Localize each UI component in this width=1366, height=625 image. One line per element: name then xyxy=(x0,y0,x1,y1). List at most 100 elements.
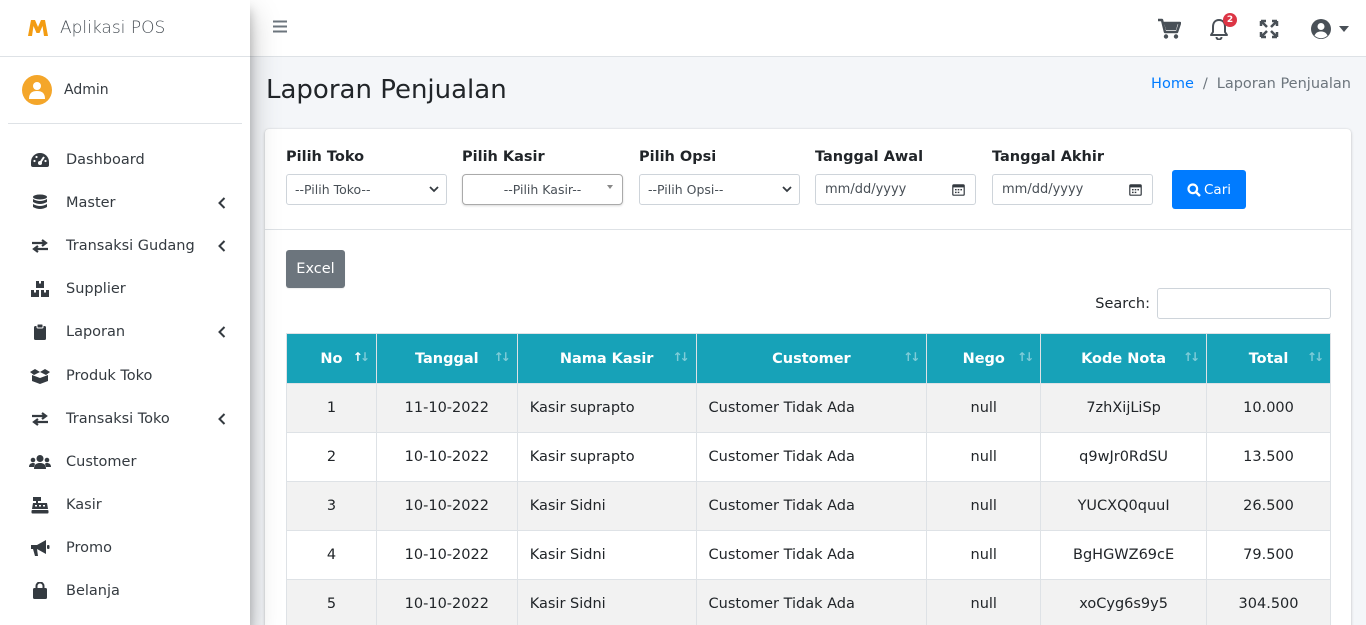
breadcrumb-current: Laporan Penjualan xyxy=(1216,76,1351,92)
column-header-customer[interactable]: Customer ↑↓ xyxy=(695,333,928,384)
user-menu-button[interactable] xyxy=(1294,0,1366,57)
table-row: 3 10-10-2022 Kasir Sidni Customer Tidak … xyxy=(286,481,1331,531)
chevron-down-icon xyxy=(782,186,792,193)
kasir-select[interactable]: --Pilih Kasir-- xyxy=(462,174,623,205)
column-header-no[interactable]: No ↑↓ xyxy=(286,333,377,384)
user-icon xyxy=(29,82,45,99)
column-header-kode-nota[interactable]: Kode Nota ↑↓ xyxy=(1040,333,1208,384)
sidebar-item-label: Supplier xyxy=(66,281,126,298)
opsi-select[interactable]: --Pilih Opsi-- xyxy=(639,174,800,205)
sidebar-item-customer[interactable]: Customer xyxy=(0,440,250,483)
cari-button[interactable]: Cari xyxy=(1172,170,1246,209)
cell-total: 79.500 xyxy=(1206,530,1331,580)
cell-customer: Customer Tidak Ada xyxy=(695,383,928,433)
sidebar-item-dashboard[interactable]: Dashboard xyxy=(0,138,250,181)
cell-customer: Customer Tidak Ada xyxy=(695,579,928,625)
cell-nego: null xyxy=(926,481,1042,531)
sales-report-table: No ↑↓ Tanggal ↑↓ Nama Kasir ↑↓ Customer ↑↓ N… xyxy=(286,333,1331,625)
sidebar-item-laporan[interactable]: Laporan xyxy=(0,311,250,354)
brand-link[interactable]: Aplikasi POS xyxy=(0,0,250,57)
cell-kode-nota: 7zhXijLiSp xyxy=(1040,383,1208,433)
sidebar-item-produk-toko[interactable]: Produk Toko xyxy=(0,354,250,397)
cell-no: 1 xyxy=(286,383,377,433)
sidebar-item-label: Transaksi Gudang xyxy=(66,237,195,254)
cell-total: 13.500 xyxy=(1206,432,1331,482)
sidebar-nav: Dashboard Master Transaksi Gudang Suppli… xyxy=(0,124,250,613)
column-header-label: Nego xyxy=(962,350,1005,367)
cell-tanggal: 11-10-2022 xyxy=(375,383,518,433)
filter-kasir-label: Pilih Kasir xyxy=(462,149,545,165)
cell-customer: Customer Tidak Ada xyxy=(695,481,928,531)
cari-button-label: Cari xyxy=(1204,181,1231,198)
calendar-icon[interactable] xyxy=(1129,183,1142,196)
table-row: 5 10-10-2022 Kasir Sidni Customer Tidak … xyxy=(286,579,1331,625)
cell-tanggal: 10-10-2022 xyxy=(375,432,518,482)
sidebar-item-supplier[interactable]: Supplier xyxy=(0,268,250,311)
cell-no: 2 xyxy=(286,432,377,482)
sort-icon: ↑↓ xyxy=(903,350,920,364)
cash-register-icon xyxy=(29,494,51,516)
toko-select[interactable]: --Pilih Toko-- xyxy=(286,174,447,205)
database-icon xyxy=(29,192,51,214)
search-label: Search: xyxy=(1095,295,1150,312)
sidebar-item-label: Customer xyxy=(66,453,137,470)
column-header-tanggal[interactable]: Tanggal ↑↓ xyxy=(375,333,518,384)
excel-button-label: Excel xyxy=(296,261,335,277)
user-panel[interactable]: Admin xyxy=(8,57,242,124)
filter-tanggal-awal-label: Tanggal Awal xyxy=(815,149,924,165)
shopping-bag-icon xyxy=(29,580,51,602)
opsi-select-value: --Pilih Opsi-- xyxy=(648,182,724,197)
filter-kasir-group: Pilih Kasir --Pilih Kasir-- xyxy=(462,149,623,205)
sidebar-item-master[interactable]: Master xyxy=(0,181,250,224)
brand-title: Aplikasi POS xyxy=(60,18,166,38)
cell-nama-kasir: Kasir Sidni xyxy=(516,481,697,531)
column-header-nama-kasir[interactable]: Nama Kasir ↑↓ xyxy=(516,333,697,384)
cell-no: 3 xyxy=(286,481,377,531)
exchange-icon xyxy=(29,408,51,430)
user-circle-icon xyxy=(1311,18,1331,39)
sidebar-item-promo[interactable]: Promo xyxy=(0,527,250,570)
top-navbar: 2 xyxy=(250,0,1366,57)
cell-tanggal: 10-10-2022 xyxy=(375,579,518,625)
calendar-icon[interactable] xyxy=(952,183,965,196)
fullscreen-button[interactable] xyxy=(1244,0,1294,57)
column-header-total[interactable]: Total ↑↓ xyxy=(1206,333,1331,384)
cell-tanggal: 10-10-2022 xyxy=(375,530,518,580)
content-header: Laporan Penjualan Home / Laporan Penjualan xyxy=(266,72,1351,112)
sidebar-item-label: Master xyxy=(66,194,116,211)
sidebar-item-label: Dashboard xyxy=(66,151,145,168)
sidebar-item-label: Produk Toko xyxy=(66,367,153,384)
search-input[interactable] xyxy=(1157,288,1331,319)
table-row: 1 11-10-2022 Kasir suprapto Customer Tid… xyxy=(286,383,1331,433)
sidebar-item-transaksi-gudang[interactable]: Transaksi Gudang xyxy=(0,224,250,267)
cell-nama-kasir: Kasir suprapto xyxy=(516,432,697,482)
table-row: 4 10-10-2022 Kasir Sidni Customer Tidak … xyxy=(286,530,1331,580)
hamburger-menu-icon[interactable] xyxy=(272,19,290,37)
sidebar-item-transaksi-toko[interactable]: Transaksi Toko xyxy=(0,397,250,440)
cell-nego: null xyxy=(926,530,1042,580)
chevron-left-icon xyxy=(216,197,228,209)
chevron-left-icon xyxy=(216,240,228,252)
sidebar-item-label: Belanja xyxy=(66,583,120,600)
caret-down-icon xyxy=(1339,25,1349,32)
cell-nego: null xyxy=(926,383,1042,433)
cell-kode-nota: xoCyg6s9y5 xyxy=(1040,579,1208,625)
search-icon xyxy=(1187,182,1201,197)
caret-down-icon xyxy=(607,185,613,189)
tanggal-awal-input[interactable]: mm/dd/yyyy xyxy=(815,174,976,205)
cart-button[interactable] xyxy=(1144,0,1194,57)
box-open-icon xyxy=(29,365,51,387)
breadcrumb-home-link[interactable]: Home xyxy=(1151,76,1194,92)
tanggal-akhir-input[interactable]: mm/dd/yyyy xyxy=(992,174,1153,205)
filter-opsi-group: Pilih Opsi --Pilih Opsi-- xyxy=(639,149,800,205)
column-header-label: Total xyxy=(1248,350,1289,367)
cell-nama-kasir: Kasir suprapto xyxy=(516,383,697,433)
sidebar-item-belanja[interactable]: Belanja xyxy=(0,570,250,613)
kasir-select-value: --Pilih Kasir-- xyxy=(503,182,582,197)
column-header-nego[interactable]: Nego ↑↓ xyxy=(926,333,1042,384)
notifications-button[interactable]: 2 xyxy=(1194,0,1244,57)
sidebar-item-kasir[interactable]: Kasir xyxy=(0,484,250,527)
excel-export-button[interactable]: Excel xyxy=(286,250,345,288)
cell-kode-nota: q9wJr0RdSU xyxy=(1040,432,1208,482)
tanggal-akhir-placeholder: mm/dd/yyyy xyxy=(1002,182,1084,197)
